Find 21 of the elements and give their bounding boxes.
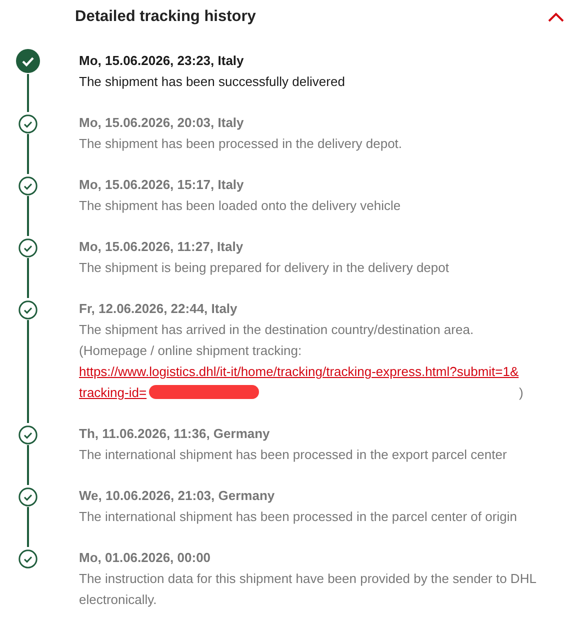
chevron-icon[interactable] (547, 11, 565, 23)
event-date: Mo, 15.06.2026, 23:23, Italy (79, 52, 245, 70)
section-title: Detailed tracking history (75, 8, 256, 26)
event-description: The international shipment has been processed in the parcel center of origin (79, 508, 518, 526)
closing-parenthesis: ) (519, 385, 524, 400)
event-date: Th, 11.06.2026, 11:36, Germany (79, 425, 271, 443)
event-description: The international shipment has been processed in the export parcel center (79, 446, 508, 464)
tracking-note: (Homepage / online shipment tracking: (79, 343, 302, 358)
event-description: The shipment is being prepared for delivery in the delivery depot (79, 259, 450, 277)
event-date: We, 10.06.2026, 21:03, Germany (79, 487, 276, 505)
event-description: The shipment has arrived in the destination country/destination area. (79, 321, 475, 339)
event-description: The shipment has been successfully delivered (79, 73, 346, 91)
event-date: Mo, 15.06.2026, 20:03, Italy (79, 114, 245, 132)
tracking-link[interactable]: https://www.logistics.dhl/it-it/home/tracking/tracking-express.html?submit=1&tracking-id= (79, 361, 519, 403)
event-description: The shipment has been loaded onto the delivery vehicle (79, 197, 402, 215)
event-date: Fr, 12.06.2026, 22:44, Italy (79, 300, 238, 318)
event-description: The shipment has been processed in the delivery depot. (79, 135, 404, 153)
event-date: Mo, 15.06.2026, 15:17, Italy (79, 176, 245, 194)
event-date: Mo, 01.06.2026, 00:00 (79, 549, 212, 567)
event-date: Mo, 15.06.2026, 11:27, Italy (79, 238, 244, 256)
event-description: The instruction data for this shipment have been provided by the sender to DHL electronically. (79, 570, 537, 609)
